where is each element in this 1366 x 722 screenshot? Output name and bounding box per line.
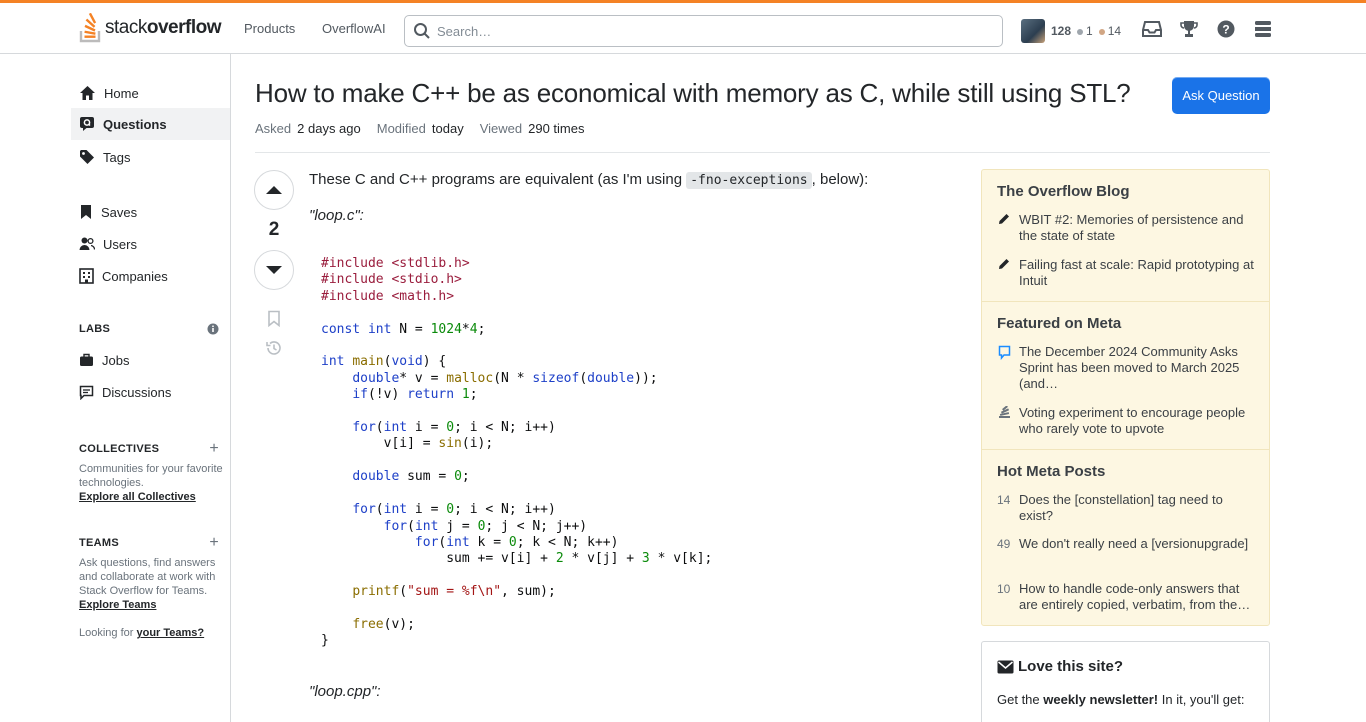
hot-meta-item[interactable]: 14 Does the [constellation] tag need to … <box>997 492 1259 524</box>
nav-products[interactable]: Products <box>244 21 295 36</box>
svg-text:?: ? <box>1222 23 1229 37</box>
teams-looking-for: Looking for your Teams? <box>79 627 205 639</box>
search-icon <box>414 23 430 39</box>
file-label-loop-cpp: "loop.cpp": <box>309 683 381 700</box>
vote-cell: 2 <box>254 170 294 357</box>
tag-icon <box>80 150 94 164</box>
newsletter-link[interactable]: weekly newsletter! <box>1043 692 1158 707</box>
teams-description: Ask questions, find answers and collabor… <box>79 557 216 611</box>
bookmark-icon[interactable] <box>267 310 281 327</box>
file-label-loop-c: "loop.c": <box>309 207 364 224</box>
blog-heading: The Overflow Blog <box>997 183 1130 200</box>
plus-icon[interactable]: + <box>209 534 219 552</box>
answer-count: 10 <box>997 582 1011 596</box>
help-icon[interactable]: ? <box>1216 19 1236 39</box>
question-title[interactable]: How to make C++ be as economical with me… <box>255 78 1131 109</box>
upvote-button[interactable] <box>254 170 294 210</box>
blog-item[interactable]: WBIT #2: Memories of persistence and the… <box>997 212 1259 244</box>
modified-info[interactable]: Modified today <box>377 121 464 136</box>
sidebar-item-saves[interactable]: Saves <box>71 196 230 228</box>
featured-meta-item[interactable]: Voting experiment to encourage people wh… <box>997 405 1259 437</box>
blog-item[interactable]: Failing fast at scale: Rapid prototyping… <box>997 257 1259 289</box>
collectives-heading: COLLECTIVES + <box>79 440 219 458</box>
chat-bubble-icon <box>997 344 1011 392</box>
newsletter-heading: Love this site? <box>997 658 1123 675</box>
briefcase-icon <box>80 353 93 366</box>
hot-meta-item[interactable]: 10 How to handle code-only answers that … <box>997 581 1259 613</box>
upvote-icon <box>266 186 282 194</box>
labs-heading: LABS <box>79 323 219 335</box>
sidebar-item-jobs[interactable]: Jobs <box>71 344 230 376</box>
sidebar-item-users[interactable]: Users <box>71 228 230 260</box>
code-block-loop-c[interactable]: #include <stdlib.h> #include <stdio.h> #… <box>309 240 959 664</box>
top-bar: stackoverflow Products OverflowAI 128 1 … <box>0 0 1366 54</box>
sidebar-item-tags[interactable]: Tags <box>71 141 230 173</box>
featured-meta-item[interactable]: The December 2024 Community Asks Sprint … <box>997 344 1259 392</box>
hot-meta-heading: Hot Meta Posts <box>997 463 1106 480</box>
your-teams-link[interactable]: your Teams? <box>137 627 205 639</box>
search-box[interactable] <box>404 15 1003 47</box>
teams-heading: TEAMS + <box>79 534 219 552</box>
pencil-icon <box>997 257 1011 289</box>
newsletter-widget: Love this site? Get the weekly newslette… <box>981 641 1270 722</box>
downvote-button[interactable] <box>254 250 294 290</box>
stackoverflow-logo[interactable]: stackoverflow <box>79 12 221 44</box>
achievements-icon[interactable] <box>1179 19 1199 39</box>
newsletter-text: Get the weekly newsletter! In it, you'll… <box>997 692 1245 707</box>
nav-overflowai[interactable]: OverflowAI <box>322 21 386 36</box>
answer-count: 14 <box>997 493 1011 507</box>
stackoverflow-logo-icon <box>79 13 101 43</box>
user-card[interactable]: 128 1 14 <box>1021 19 1121 43</box>
sidebar-widget: The Overflow Blog WBIT #2: Memories of p… <box>981 169 1270 626</box>
downvote-icon <box>266 266 282 274</box>
silver-badge-count: 1 <box>1077 24 1093 38</box>
history-icon[interactable] <box>265 339 283 357</box>
viewed-info: Viewed 290 times <box>479 121 585 136</box>
question-body-intro: These C and C++ programs are equivalent … <box>309 171 869 189</box>
collectives-description: Communities for your favorite technologi… <box>79 463 223 503</box>
inbox-icon[interactable] <box>1142 19 1162 39</box>
questions-icon <box>80 117 94 131</box>
featured-meta-heading: Featured on Meta <box>997 315 1122 332</box>
home-icon <box>80 86 95 100</box>
site-switcher-icon[interactable] <box>1253 19 1273 39</box>
title-divider <box>255 152 1270 153</box>
avatar[interactable] <box>1021 19 1045 43</box>
asked-info: Asked 2 days ago <box>255 121 361 136</box>
hot-meta-item[interactable]: 49 We don't really need a [versionupgrad… <box>997 536 1259 552</box>
envelope-icon <box>997 660 1014 673</box>
users-icon <box>79 237 95 250</box>
reputation: 128 <box>1051 24 1072 38</box>
sidebar-item-questions[interactable]: Questions <box>71 108 230 140</box>
search-input[interactable] <box>437 23 977 39</box>
question-meta: Asked 2 days ago Modified today Viewed 290 … <box>255 121 584 136</box>
sidebar-item-companies[interactable]: Companies <box>71 260 230 292</box>
widget-divider <box>982 301 1269 302</box>
vote-count: 2 <box>268 219 280 240</box>
bronze-badge-count: 14 <box>1098 24 1121 38</box>
pencil-icon <box>997 212 1011 244</box>
stack-exchange-icon <box>997 405 1011 437</box>
inline-code: -fno-exceptions <box>686 172 812 189</box>
plus-icon[interactable]: + <box>209 440 219 458</box>
sidebar-item-home[interactable]: Home <box>71 77 230 109</box>
logo-text: stackoverflow <box>105 17 221 38</box>
bookmark-icon <box>81 205 91 219</box>
building-icon <box>79 268 94 284</box>
ask-question-button[interactable]: Ask Question <box>1172 77 1270 114</box>
discussion-icon <box>79 385 94 400</box>
explore-teams-link[interactable]: Explore Teams <box>79 599 156 611</box>
answer-count: 49 <box>997 537 1011 551</box>
explore-collectives-link[interactable]: Explore all Collectives <box>79 491 196 503</box>
widget-divider <box>982 449 1269 450</box>
info-icon[interactable] <box>207 323 219 335</box>
sidebar-item-discussions[interactable]: Discussions <box>71 376 230 408</box>
